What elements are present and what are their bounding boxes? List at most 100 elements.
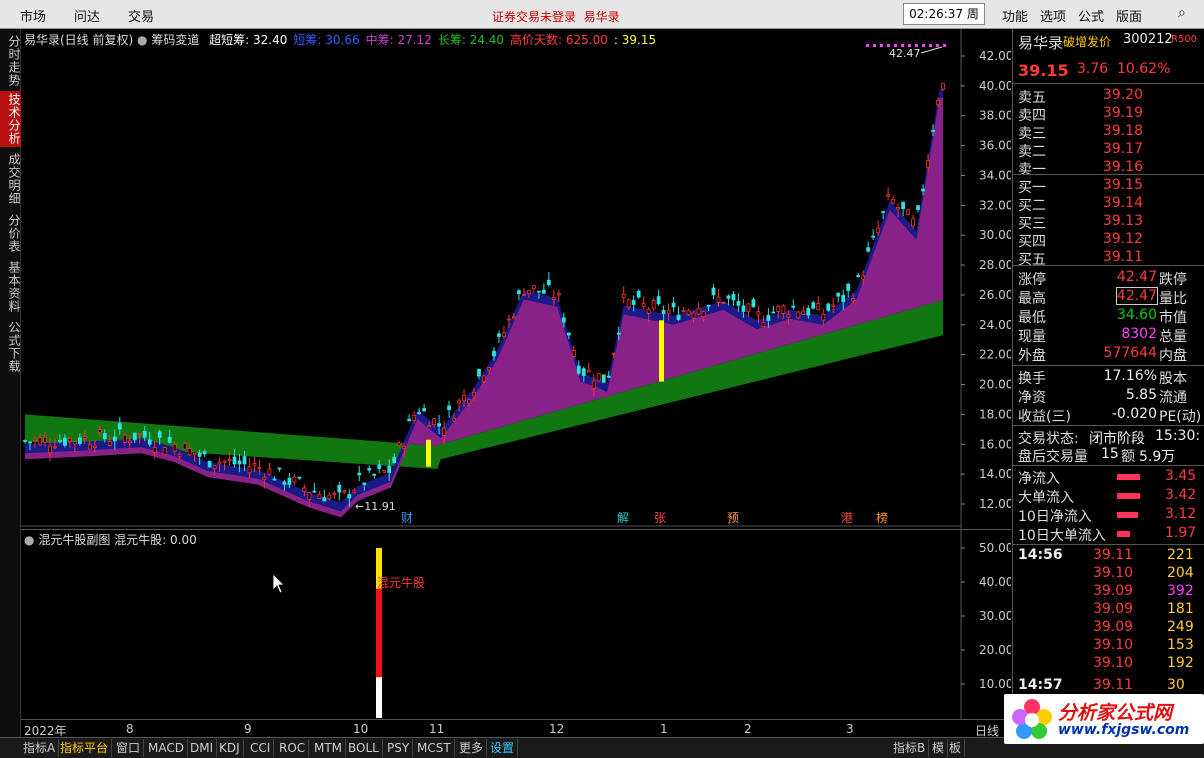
candle-body	[497, 333, 501, 337]
candle-body	[452, 417, 456, 422]
status-badge: 破增发价	[1063, 35, 1112, 49]
candle-body	[611, 353, 616, 355]
tab-indicator-a[interactable]: 指标A	[20, 739, 60, 757]
candle-body	[686, 310, 691, 316]
menu-layout[interactable]: 版面	[1116, 6, 1142, 25]
candle-body	[746, 303, 751, 312]
candle-body	[556, 293, 561, 296]
sub-indicator-chart[interactable]: 50.00 40.00 30.00 20.00 10.00 ● 混元牛股副图 混元牛股:…	[21, 529, 1011, 720]
candle-body	[377, 464, 382, 469]
tab-timeshare[interactable]: 分时走势	[0, 33, 21, 89]
bid-row[interactable]: 买四 39.12	[1013, 231, 1204, 250]
indicator-value: 长筹: 24.40	[437, 33, 505, 47]
menu-trade[interactable]: 交易	[128, 6, 154, 25]
flow-bar	[1117, 512, 1138, 518]
tab-psy[interactable]: PSY	[384, 739, 414, 757]
tab-mcst[interactable]: MCST	[414, 739, 455, 757]
tab-more[interactable]: 更多	[456, 739, 488, 757]
candle-body	[531, 285, 536, 289]
sub-signal-label: 混元牛股	[377, 576, 426, 590]
indicator-toggle-icon[interactable]: ●	[137, 33, 147, 47]
candle-body	[412, 415, 417, 421]
candle-body	[581, 368, 586, 376]
candle-body	[152, 447, 157, 453]
price-tick-label: 22.00	[979, 348, 1011, 362]
ask-row[interactable]: 卖二 39.17	[1013, 141, 1204, 160]
bid-row[interactable]: 买三 39.13	[1013, 213, 1204, 232]
candle-body	[696, 307, 701, 315]
tab-technical[interactable]: 技术分析	[0, 91, 21, 147]
sub-indicator-icon[interactable]: ●	[24, 533, 34, 547]
candle-body	[137, 433, 142, 436]
bid-row[interactable]: 买一 39.15	[1013, 177, 1204, 196]
tab-dmi[interactable]: DMI	[187, 739, 218, 757]
tab-indicator-b[interactable]: 指标B	[890, 739, 930, 757]
stat-row: 现量 8302 总量	[1018, 326, 1187, 345]
sub-indicator-name[interactable]: 混元牛股副图	[38, 533, 110, 547]
candle-body	[701, 311, 706, 318]
tab-settings[interactable]: 设置	[487, 739, 519, 757]
main-kline-chart[interactable]: 42.00 40.00 38.00 36.00 34.00 32.00 30.00 28.00…	[21, 29, 1011, 529]
candle-body	[53, 446, 57, 449]
candle-body	[332, 492, 337, 495]
candle-body	[522, 294, 526, 296]
tab-cci[interactable]: CCI	[247, 739, 275, 757]
menu-function[interactable]: 功能	[1002, 6, 1028, 25]
stat-row: 收益(三) -0.020 PE(动)	[1018, 406, 1202, 425]
candle-body	[68, 438, 72, 442]
candle-body	[272, 478, 277, 481]
tab-board[interactable]: 板	[946, 739, 966, 757]
fund-flow-row: 10日净流入 3.12	[1018, 506, 1197, 525]
candle-body	[267, 468, 272, 475]
tab-boll[interactable]: BOLL	[345, 739, 383, 757]
candle-body	[846, 283, 851, 292]
tab-macd[interactable]: MACD	[145, 739, 188, 757]
indicator-name[interactable]: 筹码変道	[151, 33, 199, 47]
candle-body	[731, 293, 736, 301]
price-tick-label: 12.00	[979, 497, 1011, 511]
candle-body	[502, 332, 506, 338]
tab-mtm[interactable]: MTM	[311, 739, 347, 757]
candle-body	[936, 100, 940, 105]
sub-bar-white	[376, 677, 382, 718]
tab-formula-download[interactable]: 公式下载	[0, 319, 21, 375]
logo-title: 分析家公式网	[1058, 702, 1173, 724]
chart-title: 易华录(日线 前复权)	[24, 33, 134, 47]
tab-indicator-platform[interactable]: 指标平台	[57, 739, 113, 757]
clock: 02:26:37 周三	[903, 3, 985, 41]
tick-row: 39.09 392	[1093, 583, 1194, 599]
low-annotation: ←11.91	[355, 500, 396, 513]
tab-roc[interactable]: ROC	[276, 739, 310, 757]
sub-canvas[interactable]: 50.00 40.00 30.00 20.00 10.00	[21, 530, 1011, 720]
tab-price-table[interactable]: 分价表	[0, 211, 21, 255]
signal-bar	[659, 320, 664, 382]
menu-market[interactable]: 市场	[20, 6, 46, 25]
tab-basic-info[interactable]: 基本资料	[0, 259, 21, 315]
kline-canvas[interactable]: 42.00 40.00 38.00 36.00 34.00 32.00 30.00 28.00…	[21, 29, 1011, 529]
time-axis: 2022年 8 9 10 11 12 1 2 3 日线	[21, 719, 1011, 738]
login-notice[interactable]: 证券交易未登录 易华录	[492, 8, 620, 25]
candle-body	[472, 392, 476, 397]
ask-row[interactable]: 卖四 39.19	[1013, 105, 1204, 124]
menu-options[interactable]: 选项	[1040, 6, 1066, 25]
high-annotation: 42.47	[889, 47, 921, 60]
menu-wenda[interactable]: 问达	[74, 6, 100, 25]
search-icon[interactable]: ⌕	[1178, 5, 1186, 21]
tab-window[interactable]: 窗口	[113, 739, 145, 757]
bid-row[interactable]: 买二 39.14	[1013, 195, 1204, 214]
price-tick-label: 28.00	[979, 258, 1011, 272]
marker-dot	[936, 44, 939, 47]
menu-formula[interactable]: 公式	[1078, 6, 1104, 25]
logo-url: www.fxjgsw.com	[1058, 722, 1190, 738]
candle-body	[312, 490, 317, 493]
tab-kdj[interactable]: KDJ	[216, 739, 244, 757]
candle-body	[541, 289, 546, 294]
candle-body	[33, 438, 37, 441]
marker-dot	[943, 44, 946, 47]
candle-body	[23, 440, 27, 442]
left-view-tabs: 分时走势 技术分析 成交明细 分价表 基本资料 公式下载	[0, 29, 21, 739]
tab-trade-detail[interactable]: 成交明细	[0, 151, 21, 207]
price-tick-label: 26.00	[979, 288, 1011, 302]
ask-row[interactable]: 卖三 39.18	[1013, 123, 1204, 142]
ask-row[interactable]: 卖五 39.20	[1013, 87, 1204, 106]
